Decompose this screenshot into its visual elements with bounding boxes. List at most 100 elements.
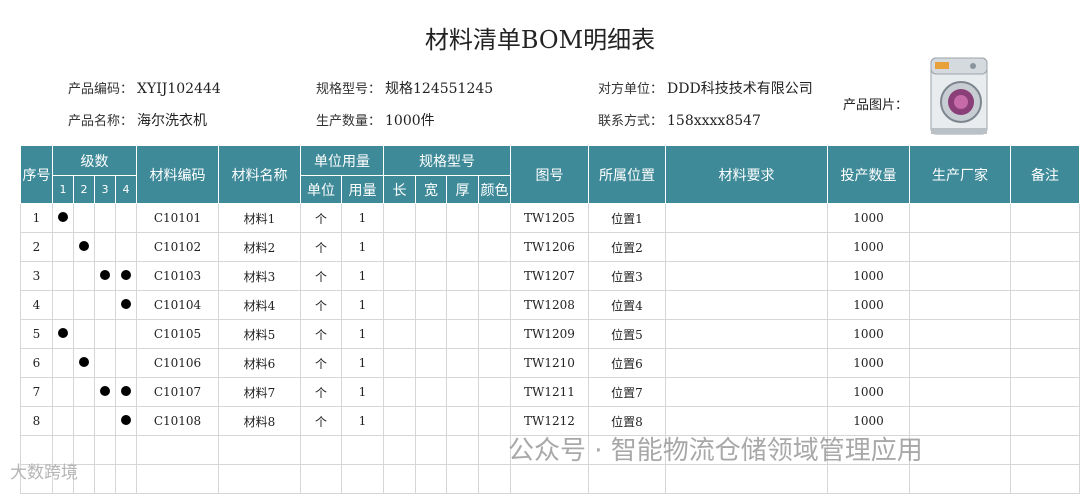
cell-empty	[446, 464, 479, 494]
cell-input-qty: 1000	[827, 232, 910, 262]
cell-unit: 个	[300, 348, 342, 378]
cell-empty	[446, 435, 479, 465]
cell-thickness	[446, 377, 479, 407]
cell-usage: 1	[341, 406, 384, 436]
cell-remarks	[1010, 232, 1080, 262]
cell-level-3	[94, 377, 116, 407]
cell-unit: 个	[300, 261, 342, 291]
header-remarks: 备注	[1010, 145, 1080, 204]
page-title: 材料清单BOM明细表	[424, 26, 656, 54]
cell-empty	[218, 464, 301, 494]
header-material-name: 材料名称	[218, 145, 301, 204]
cell-level-3	[94, 406, 116, 436]
header-usage: 用量	[341, 175, 384, 204]
header-drawing-no: 图号	[510, 145, 589, 204]
cell-location: 位置2	[588, 232, 666, 262]
cell-thickness	[446, 203, 479, 233]
cell-color	[478, 203, 511, 233]
cell-length	[383, 348, 416, 378]
cell-empty	[1010, 435, 1080, 465]
cell-level-3	[94, 290, 116, 320]
cell-level-4	[115, 261, 137, 291]
cell-drawing-no: TW1207	[510, 261, 589, 291]
header-location: 所属位置	[588, 145, 666, 204]
cell-color	[478, 232, 511, 262]
header-spec: 规格型号	[383, 145, 511, 176]
cell-width	[415, 261, 447, 291]
cell-level-4	[115, 406, 137, 436]
product-code-value: XYIJ102444	[137, 81, 221, 97]
cell-empty	[136, 435, 219, 465]
contact-value: 158xxxx8547	[667, 113, 761, 129]
cell-unit: 个	[300, 290, 342, 320]
cell-width	[415, 203, 447, 233]
cell-seq: 3	[20, 261, 53, 291]
header-color: 颜色	[478, 175, 511, 204]
header-requirement: 材料要求	[665, 145, 828, 204]
cell-empty	[478, 435, 511, 465]
cell-empty	[415, 464, 447, 494]
table-row: 7 C10107 材料7 个 1 TW1211 位置7 1000	[20, 377, 1080, 407]
level-marker-dot	[79, 241, 89, 251]
cell-location: 位置6	[588, 348, 666, 378]
header-manufacturer: 生产厂家	[909, 145, 1011, 204]
cell-empty	[300, 435, 342, 465]
contact-field: 联系方式： 158xxxx8547	[598, 110, 761, 129]
cell-requirement	[665, 319, 828, 349]
cell-unit: 个	[300, 203, 342, 233]
cell-material-code: C10106	[136, 348, 219, 378]
product-name-value: 海尔洗衣机	[137, 113, 208, 129]
cell-material-code: C10102	[136, 232, 219, 262]
cell-requirement	[665, 348, 828, 378]
header-thickness: 厚	[446, 175, 479, 204]
cell-length	[383, 261, 416, 291]
cell-level-2	[73, 319, 95, 349]
cell-material-name: 材料3	[218, 261, 301, 291]
level-marker-dot	[100, 386, 110, 396]
cell-usage: 1	[341, 319, 384, 349]
cell-remarks	[1010, 261, 1080, 291]
cell-location: 位置4	[588, 290, 666, 320]
cell-drawing-no: TW1209	[510, 319, 589, 349]
cell-requirement	[665, 203, 828, 233]
cell-manufacturer	[909, 203, 1011, 233]
cell-location: 位置7	[588, 377, 666, 407]
cell-manufacturer	[909, 348, 1011, 378]
cell-input-qty: 1000	[827, 319, 910, 349]
spec-model-value: 规格124551245	[385, 81, 494, 97]
cell-manufacturer	[909, 319, 1011, 349]
cell-manufacturer	[909, 406, 1011, 436]
cell-level-2	[73, 261, 95, 291]
cell-unit: 个	[300, 377, 342, 407]
product-name-label: 产品名称：	[68, 114, 134, 129]
cell-length	[383, 406, 416, 436]
cell-material-name: 材料4	[218, 290, 301, 320]
cell-color	[478, 290, 511, 320]
cell-usage: 1	[341, 290, 384, 320]
cell-requirement	[665, 232, 828, 262]
product-photo-label: 产品图片：	[843, 98, 909, 113]
cell-level-1	[52, 406, 74, 436]
cell-length	[383, 232, 416, 262]
level-marker-dot	[58, 328, 68, 338]
cell-thickness	[446, 319, 479, 349]
cell-empty	[341, 435, 384, 465]
cell-empty	[909, 435, 1011, 465]
header-level: 级数	[52, 145, 137, 176]
cell-level-2	[73, 203, 95, 233]
cell-color	[478, 261, 511, 291]
header-unit-usage: 单位用量	[300, 145, 384, 176]
cell-thickness	[446, 261, 479, 291]
cell-empty	[218, 435, 301, 465]
cell-level-1	[52, 348, 74, 378]
header-width: 宽	[415, 175, 447, 204]
level-marker-dot	[79, 357, 89, 367]
cell-length	[383, 377, 416, 407]
cell-unit: 个	[300, 232, 342, 262]
cell-remarks	[1010, 319, 1080, 349]
level-marker-dot	[121, 299, 131, 309]
cell-requirement	[665, 261, 828, 291]
cell-location: 位置3	[588, 261, 666, 291]
cell-color	[478, 406, 511, 436]
cell-length	[383, 319, 416, 349]
